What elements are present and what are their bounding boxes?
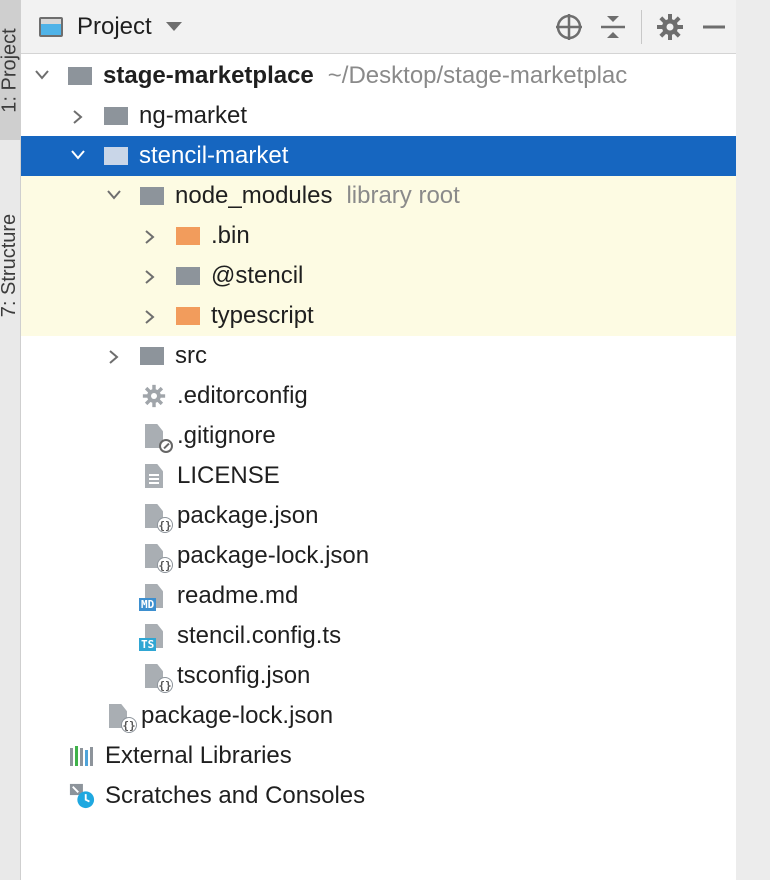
tree-row-external-libraries[interactable]: External Libraries <box>21 736 736 776</box>
gear-icon <box>141 383 167 409</box>
folder-icon <box>103 143 129 169</box>
tree-row-bin[interactable]: .bin <box>21 216 736 256</box>
json-file-icon: {} <box>141 543 173 573</box>
vertical-scrollbar[interactable] <box>736 0 770 880</box>
chevron-down-icon[interactable] <box>35 70 49 82</box>
markdown-file-icon: MD <box>139 583 167 611</box>
tree-row-stencil-market[interactable]: stencil-market <box>21 136 736 176</box>
library-icon <box>69 743 95 769</box>
chevron-right-icon[interactable] <box>145 270 157 284</box>
tree-item-label: .editorconfig <box>177 382 308 409</box>
ignore-file-icon <box>141 423 173 453</box>
tree-item-label: Scratches and Consoles <box>105 782 366 809</box>
tree-row-package-lock-json[interactable]: {} package-lock.json <box>21 536 736 576</box>
tree-item-label: @stencil <box>211 262 304 289</box>
tree-item-label: package.json <box>177 502 319 529</box>
tree-row-stencil-config[interactable]: TS stencil.config.ts <box>21 616 736 656</box>
tree-item-label: stage-marketplace <box>103 62 314 89</box>
gear-icon[interactable] <box>648 5 692 49</box>
chevron-right-icon[interactable] <box>145 230 157 244</box>
folder-icon <box>67 63 93 89</box>
typescript-file-icon: TS <box>139 623 167 651</box>
json-file-icon: {} <box>141 663 173 693</box>
excluded-folder-icon <box>175 223 201 249</box>
tool-window-stripe: 1: Project 7: Structure <box>0 0 21 880</box>
folder-icon <box>175 263 201 289</box>
tree-item-label: stencil.config.ts <box>177 622 342 649</box>
project-tool-tab-label: 1: Project <box>0 27 21 113</box>
chevron-right-icon[interactable] <box>73 110 85 124</box>
tree-row-root-package-lock-json[interactable]: {} package-lock.json <box>21 696 736 736</box>
chevron-right-icon[interactable] <box>145 310 157 324</box>
tree-item-label: .gitignore <box>177 422 276 449</box>
tree-row-editorconfig[interactable]: .editorconfig <box>21 376 736 416</box>
tree-row-typescript[interactable]: typescript <box>21 296 736 336</box>
text-file-icon <box>141 463 167 489</box>
tree-row-package-json[interactable]: {} package.json <box>21 496 736 536</box>
collapse-all-icon[interactable] <box>591 5 635 49</box>
chevron-down-icon[interactable] <box>107 190 121 202</box>
tree-row-src[interactable]: src <box>21 336 736 376</box>
folder-icon <box>103 103 129 129</box>
library-root-hint: library root <box>346 182 460 209</box>
tree-item-label: typescript <box>211 302 314 329</box>
folder-icon <box>139 183 165 209</box>
project-tree: stage-marketplace ~/Desktop/stage-market… <box>21 56 736 816</box>
tree-row-license[interactable]: LICENSE <box>21 456 736 496</box>
chevron-right-icon[interactable] <box>109 350 121 364</box>
project-panel-header: Project <box>21 0 736 54</box>
tree-row-ng-market[interactable]: ng-market <box>21 96 736 136</box>
tree-row-stage-marketplace[interactable]: stage-marketplace ~/Desktop/stage-market… <box>21 56 736 96</box>
tree-item-label: LICENSE <box>177 462 280 489</box>
tree-item-label: package-lock.json <box>141 702 334 729</box>
tree-item-label: tsconfig.json <box>177 662 311 689</box>
tree-item-label: package-lock.json <box>177 542 370 569</box>
chevron-down-icon[interactable] <box>71 150 85 162</box>
tree-item-label: src <box>175 342 207 369</box>
locate-icon[interactable] <box>547 5 591 49</box>
project-tool-tab[interactable]: 1: Project <box>0 0 20 140</box>
tree-item-path: ~/Desktop/stage-marketplac <box>327 62 628 89</box>
project-view-icon <box>39 16 63 37</box>
tree-row-tsconfig[interactable]: {} tsconfig.json <box>21 656 736 696</box>
tree-item-label: .bin <box>211 222 250 249</box>
view-selector-label[interactable]: Project <box>77 13 152 41</box>
json-file-icon: {} <box>105 703 137 733</box>
tree-row-scratches[interactable]: Scratches and Consoles <box>21 776 736 816</box>
tree-row-readme[interactable]: MD readme.md <box>21 576 736 616</box>
tree-item-label: ng-market <box>139 102 248 129</box>
tree-row-node-modules[interactable]: node_modules library root <box>21 176 736 216</box>
structure-tool-tab-label: 7: Structure <box>0 213 21 317</box>
structure-tool-tab[interactable]: 7: Structure <box>0 170 20 360</box>
header-toolbar <box>547 0 736 53</box>
tree-item-label: readme.md <box>177 582 299 609</box>
tree-item-label: stencil-market <box>139 142 289 169</box>
toolbar-divider <box>641 9 642 44</box>
json-file-icon: {} <box>141 503 173 533</box>
tree-item-label: External Libraries <box>105 742 292 769</box>
tree-row-gitignore[interactable]: .gitignore <box>21 416 736 456</box>
excluded-folder-icon <box>175 303 201 329</box>
folder-icon <box>139 343 165 369</box>
scratches-icon <box>69 783 95 809</box>
chevron-down-icon[interactable] <box>165 22 182 31</box>
tree-row-stencil[interactable]: @stencil <box>21 256 736 296</box>
hide-icon[interactable] <box>692 5 736 49</box>
tree-item-label: node_modules <box>175 182 333 209</box>
